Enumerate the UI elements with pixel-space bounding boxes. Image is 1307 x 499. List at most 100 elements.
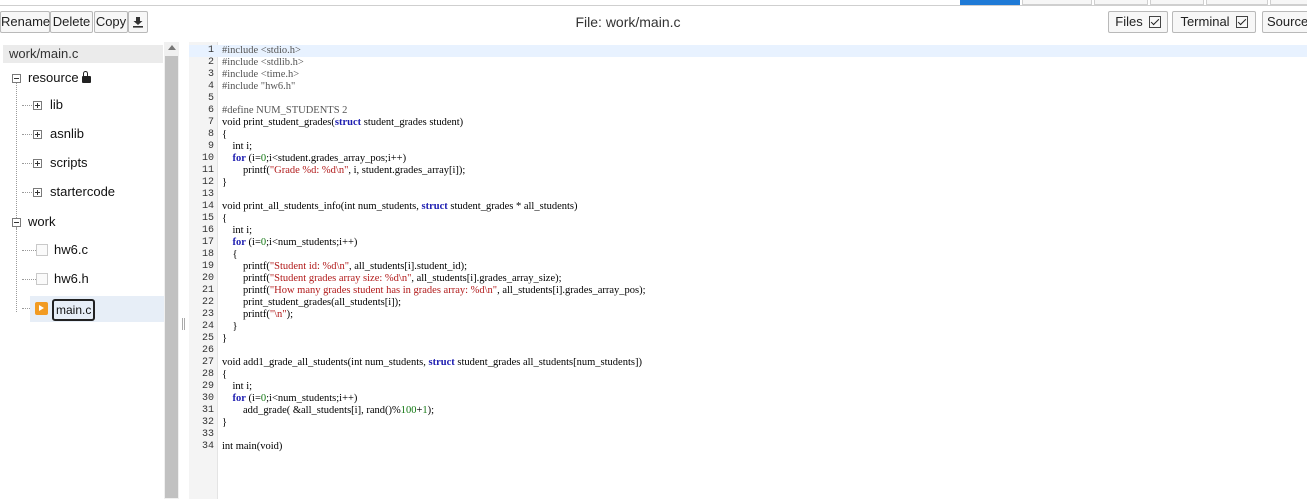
line-number: 33: [201, 429, 214, 440]
line-number: 18: [201, 249, 214, 260]
tree-folder-lib[interactable]: lib: [33, 95, 153, 115]
terminal-toggle-label: Terminal: [1180, 14, 1230, 29]
tree-file-hw6-c[interactable]: hw6.c: [36, 240, 156, 260]
code-line[interactable]: 18 {: [189, 249, 1307, 261]
tree-guide-line: [16, 228, 17, 312]
top-tab[interactable]: [1022, 0, 1092, 5]
code-line[interactable]: 20 printf("Student grades array size: %d…: [189, 273, 1307, 285]
code-token: void print_all_students_info(int num_stu…: [222, 201, 422, 212]
code-line[interactable]: 19 printf("Student id: %d\n", all_studen…: [189, 261, 1307, 273]
terminal-toggle[interactable]: Terminal: [1172, 11, 1256, 33]
code-text: int main(void): [222, 441, 282, 453]
code-line[interactable]: 30 for (i=0;i<num_students;i++): [189, 393, 1307, 405]
tree-folder-work[interactable]: work: [12, 212, 162, 232]
collapse-icon[interactable]: [12, 218, 21, 227]
expand-icon[interactable]: [33, 188, 42, 197]
scroll-up-arrow-icon[interactable]: [164, 42, 179, 54]
tree-folder-startercode[interactable]: startercode: [33, 182, 161, 202]
line-number: 9: [207, 141, 214, 152]
line-number: 28: [201, 369, 214, 380]
code-line[interactable]: 29 int i;: [189, 381, 1307, 393]
download-button[interactable]: [128, 11, 148, 33]
code-line[interactable]: 24 }: [189, 321, 1307, 333]
code-text: int i;: [222, 225, 253, 237]
code-text: }: [222, 321, 238, 333]
code-line[interactable]: 34 int main(void): [189, 441, 1307, 453]
code-token: for: [232, 153, 246, 164]
code-line[interactable]: 4 #include "hw6.h": [189, 81, 1307, 93]
tree-scrollbar[interactable]: [164, 42, 179, 499]
expand-icon[interactable]: [33, 101, 42, 110]
tree-folder-asnlib[interactable]: asnlib: [33, 124, 153, 144]
code-line[interactable]: 11 printf("Grade %d: %d\n", i, student.g…: [189, 165, 1307, 177]
code-line[interactable]: 6 #define NUM_STUDENTS 2: [189, 105, 1307, 117]
code-line[interactable]: 26: [189, 345, 1307, 357]
code-text: int i;: [222, 141, 253, 153]
code-token: student_grades all_students[num_students…: [454, 357, 642, 368]
rename-button[interactable]: Rename: [0, 11, 50, 33]
run-icon[interactable]: [35, 302, 48, 315]
splitter-grip-icon[interactable]: [182, 318, 185, 330]
top-tab[interactable]: [1270, 0, 1307, 5]
code-line[interactable]: 31 add_grade( &all_students[i], rand()%1…: [189, 405, 1307, 417]
code-line[interactable]: 22 print_student_grades(all_students[i])…: [189, 297, 1307, 309]
code-token: for: [232, 237, 246, 248]
code-line[interactable]: 23 printf("\n");: [189, 309, 1307, 321]
code-line[interactable]: 3 #include <time.h>: [189, 69, 1307, 81]
tree-file-hw6-h[interactable]: hw6.h: [36, 269, 156, 289]
code-text: for (i=0;i<num_students;i++): [222, 393, 358, 405]
top-tab[interactable]: [1094, 0, 1148, 5]
source-toggle[interactable]: Source: [1262, 11, 1307, 33]
top-tab-active[interactable]: [960, 0, 1020, 5]
code-line[interactable]: 32}: [189, 417, 1307, 429]
delete-button[interactable]: Delete: [50, 11, 93, 33]
code-token: struct: [428, 357, 455, 368]
top-tab[interactable]: [1150, 0, 1204, 5]
line-number: 17: [201, 237, 214, 248]
tree-folder-label: scripts: [50, 155, 88, 170]
code-line[interactable]: 2 #include <stdlib.h>: [189, 57, 1307, 69]
code-line[interactable]: 1 #include <stdio.h>: [189, 45, 1307, 57]
code-line[interactable]: 17 for (i=0;i<num_students;i++): [189, 237, 1307, 249]
pane-splitter[interactable]: [179, 42, 189, 499]
code-line[interactable]: 33: [189, 429, 1307, 441]
code-token: (i=: [245, 393, 261, 404]
code-line[interactable]: 16 int i;: [189, 225, 1307, 237]
code-line[interactable]: 14 void print_all_students_info(int num_s…: [189, 201, 1307, 213]
tree-file-label-editing[interactable]: main.c: [52, 299, 96, 321]
collapse-icon[interactable]: [12, 74, 21, 83]
scrollbar-thumb[interactable]: [165, 56, 178, 498]
code-token: );: [427, 405, 435, 416]
files-toggle[interactable]: Files: [1108, 11, 1168, 33]
code-token: print_student_grades(all_students[i]);: [222, 297, 402, 308]
code-line[interactable]: 21 printf("How many grades student has i…: [189, 285, 1307, 297]
code-text: int i;: [222, 381, 253, 393]
top-tab[interactable]: [1206, 0, 1268, 5]
code-line[interactable]: 27 void add1_grade_all_students(int num_s…: [189, 357, 1307, 369]
expand-icon[interactable]: [33, 130, 42, 139]
code-line[interactable]: 10 for (i=0;i<student.grades_array_pos;i…: [189, 153, 1307, 165]
code-text: printf("Student id: %d\n", all_students[…: [222, 261, 467, 273]
code-editor[interactable]: 1 #include <stdio.h> 2 #include <stdlib.h> 3…: [189, 42, 1307, 499]
tree-folder-resource[interactable]: resource: [12, 68, 162, 88]
code-line[interactable]: 15 {: [189, 213, 1307, 225]
tree-file-main-c[interactable]: main.c: [30, 296, 164, 322]
code-line[interactable]: 7 void print_student_grades(struct studen…: [189, 117, 1307, 129]
code-line[interactable]: 9 int i;: [189, 141, 1307, 153]
tree-folder-scripts[interactable]: scripts: [33, 153, 153, 173]
copy-button[interactable]: Copy: [94, 11, 128, 33]
code-line[interactable]: 25}: [189, 333, 1307, 345]
code-line[interactable]: 13: [189, 189, 1307, 201]
code-token: {: [222, 369, 228, 380]
code-line[interactable]: 8{: [189, 129, 1307, 141]
expand-icon[interactable]: [33, 159, 42, 168]
code-line[interactable]: 5: [189, 93, 1307, 105]
code-token: , all_students[i].grades_array_size);: [411, 273, 562, 284]
code-line[interactable]: 12}: [189, 177, 1307, 189]
code-token: #include "hw6.h": [222, 81, 296, 92]
code-line[interactable]: 28 {: [189, 369, 1307, 381]
code-token: printf(: [222, 165, 270, 176]
tree-folder-label: work: [28, 214, 56, 229]
